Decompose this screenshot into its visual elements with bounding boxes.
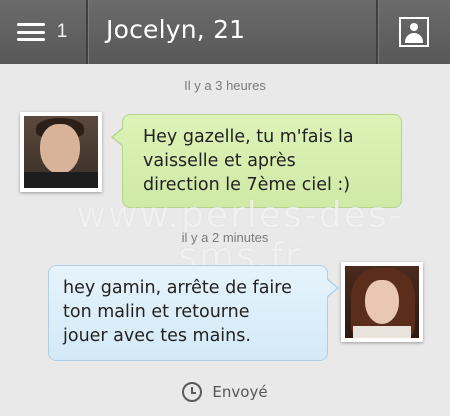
menu-count-badge: 1 — [56, 21, 68, 42]
page-title: Jocelyn, 21 — [106, 15, 246, 44]
message-line: direction le 7ème ciel :) — [143, 175, 351, 195]
outgoing-message-bubble: hey gamin, arrête de faire ton malin et … — [48, 265, 339, 361]
top-bar: 1 Jocelyn, 21 — [0, 0, 450, 64]
message-timestamp: il y a 2 minutes — [181, 230, 269, 245]
avatar-user[interactable] — [341, 262, 423, 342]
divider — [86, 0, 88, 64]
delivery-status: Envoyé — [0, 382, 450, 402]
message-line: ton malin et retourne — [63, 302, 250, 322]
message-line: vaisselle et après — [143, 151, 296, 171]
message-line: hey gamin, arrête de faire — [63, 278, 292, 298]
profile-icon — [399, 17, 429, 47]
message-line: Hey gazelle, tu m'fais la — [143, 127, 354, 147]
clock-icon — [182, 382, 203, 402]
message-timestamp: Il y a 3 heures — [184, 78, 266, 93]
user-photo — [345, 266, 419, 338]
message-line: jouer avec tes mains. — [63, 326, 251, 346]
hamburger-menu-icon — [16, 23, 45, 41]
menu-button[interactable]: 1 — [0, 0, 84, 64]
incoming-message-bubble: Hey gazelle, tu m'fais la vaisselle et a… — [111, 114, 402, 208]
profile-button[interactable] — [378, 0, 450, 64]
status-label: Envoyé — [212, 383, 268, 401]
avatar-sender[interactable] — [20, 112, 102, 192]
sender-photo — [24, 116, 98, 188]
